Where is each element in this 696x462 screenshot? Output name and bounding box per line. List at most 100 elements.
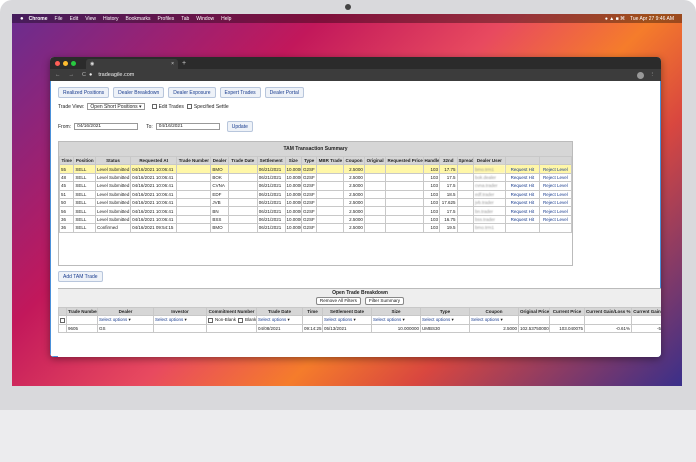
table-cell: 06/21/2021 <box>256 197 286 208</box>
back-icon[interactable]: ← <box>55 72 61 78</box>
apple-menu-icon[interactable]: ● <box>20 16 24 22</box>
column-header: Type <box>301 155 318 166</box>
profile-avatar-icon[interactable] <box>636 71 644 79</box>
column-header: Dealer <box>97 306 154 317</box>
column-header: Coupon <box>469 306 519 317</box>
minimize-window-icon[interactable] <box>63 60 68 66</box>
reject-level-link[interactable] <box>538 223 573 233</box>
update-button[interactable]: Update <box>226 121 253 132</box>
table-cell: cvna.trader <box>472 181 506 191</box>
table-cell: -0.61% <box>584 323 632 334</box>
maximize-window-icon[interactable] <box>71 60 76 66</box>
request-hit-link[interactable]: Request Hit <box>504 172 540 183</box>
menu-profiles[interactable]: Profiles <box>158 16 175 22</box>
menu-window[interactable]: Window <box>196 16 214 22</box>
column-header: Requested At <box>130 155 178 166</box>
reject-level-link[interactable]: Reject Level <box>538 164 573 174</box>
request-hit-link[interactable]: Request Hit <box>504 164 540 174</box>
dealer-portal-button[interactable]: Dealer Portal <box>264 87 304 98</box>
table-cell <box>227 164 258 174</box>
select-options-dropdown[interactable]: Select options <box>373 317 401 322</box>
filter-cell <box>518 315 550 325</box>
request-hit-link[interactable] <box>504 223 540 233</box>
filter-summary-button[interactable]: Filter Summary <box>364 297 405 305</box>
table-cell: BMO <box>210 164 229 174</box>
request-hit-link[interactable]: Request Hit <box>504 214 540 225</box>
table-cell: 56 <box>58 206 75 216</box>
table-row: 51 SELL Level Submitted 04/16/2021 10:06:41… <box>58 189 573 199</box>
menu-file[interactable]: File <box>55 16 63 22</box>
browser-tab[interactable]: ◉ × <box>86 59 178 69</box>
select-options-dropdown[interactable]: Select options <box>471 317 499 322</box>
table-cell: 17.5 <box>439 172 458 183</box>
menu-history[interactable]: History <box>103 16 119 22</box>
checkbox-icon[interactable] <box>238 317 244 323</box>
reject-level-link[interactable]: Reject Level <box>538 206 573 216</box>
table-cell: G2SF <box>301 214 318 225</box>
add-tam-trade-button[interactable]: Add TAM Trade <box>58 271 103 282</box>
table-cell <box>385 223 424 233</box>
reject-level-link[interactable]: Reject Level <box>538 197 573 208</box>
menu-edit[interactable]: Edit <box>70 16 79 22</box>
filter-cell <box>302 315 323 325</box>
tab-close-icon[interactable]: × <box>171 61 174 67</box>
trade-view-select[interactable]: Open Short Positions ▾ <box>87 103 145 110</box>
table-cell: 16.75 <box>439 214 458 225</box>
chevron-down-icon: ▾ <box>499 317 503 323</box>
dealer-breakdown-button[interactable]: Dealer Breakdown <box>113 87 165 98</box>
table-cell: 2.5000 <box>343 214 365 225</box>
table-row[interactable]: 9605 GS 04/08/2021 09:14:25 05/13/2021 10.000… <box>58 323 661 334</box>
kebab-menu-icon[interactable]: ⋮ <box>650 72 656 78</box>
column-header: Settlement <box>256 155 286 166</box>
reject-level-link[interactable]: Reject Level <box>538 214 573 225</box>
table-row: 55 SELL Level Submitted 04/16/2021 10:06:41… <box>58 164 573 174</box>
reject-level-link[interactable]: Reject Level <box>538 172 573 183</box>
select-options-dropdown[interactable]: Select options <box>324 317 352 322</box>
new-tab-button[interactable]: + <box>182 60 186 67</box>
from-date-input[interactable]: 04/16/2021 <box>74 123 139 130</box>
laptop-frame: ● Chrome File Edit View History Bookmark… <box>0 0 696 462</box>
request-hit-link[interactable]: Request Hit <box>504 189 540 199</box>
table-cell: 103 <box>422 172 441 183</box>
dealer-exposure-button[interactable]: Dealer Exposure <box>168 87 216 98</box>
table-cell: 04/16/2021 10:06:41 <box>130 197 178 208</box>
menu-chrome[interactable]: Chrome <box>29 16 48 22</box>
menubar-clock[interactable]: Tue Apr 27 9:46 AM <box>630 16 674 22</box>
menu-bookmarks[interactable]: Bookmarks <box>126 16 151 22</box>
request-hit-link[interactable]: Request Hit <box>504 197 540 208</box>
menu-tab[interactable]: Tab <box>181 16 189 22</box>
open-trade-table: Trade Number Dealer Investor Commitment Num… <box>58 306 661 334</box>
browser-window: ◉ × + ← → C ● tradeagile.com ⋮ Realized … <box>50 57 661 357</box>
realized-positions-button[interactable]: Realized Positions <box>58 87 110 98</box>
menu-help[interactable]: Help <box>221 16 231 22</box>
select-options-dropdown[interactable]: Select options <box>155 317 183 322</box>
url-field[interactable]: tradeagile.com <box>98 72 134 78</box>
close-window-icon[interactable] <box>55 60 60 66</box>
table-cell: 10.0000 <box>284 172 303 183</box>
select-options-dropdown[interactable]: Select options <box>99 317 127 322</box>
specified-settle-label: Specified Settle <box>193 103 229 110</box>
select-all-checkbox[interactable] <box>60 317 65 323</box>
edit-trades-checkbox[interactable]: Edit Trades <box>151 104 184 110</box>
request-hit-link[interactable]: Request Hit <box>504 206 540 216</box>
table-row: 50 SELL Level Submitted 04/16/2021 10:06:41… <box>58 197 573 208</box>
trade-view-value: Open Short Positions <box>90 104 138 110</box>
specified-settle-checkbox[interactable]: Specified Settle <box>186 103 229 110</box>
remove-all-filters-button[interactable]: Remove All Filters <box>315 297 361 305</box>
column-header: Trade Date <box>256 306 303 317</box>
select-options-dropdown[interactable]: Select options <box>422 317 450 322</box>
menu-view[interactable]: View <box>85 16 96 22</box>
expert-trades-button[interactable]: Expert Trades <box>219 87 261 98</box>
table-cell <box>385 189 424 199</box>
reject-level-link[interactable]: Reject Level <box>538 181 573 191</box>
to-date-input[interactable]: 04/16/2021 <box>155 123 220 130</box>
request-hit-link[interactable]: Request Hit <box>504 181 540 191</box>
table-cell <box>316 206 345 216</box>
forward-icon[interactable]: → <box>69 72 75 78</box>
checkbox-icon[interactable] <box>208 317 213 323</box>
select-options-dropdown[interactable]: Select options <box>258 317 286 322</box>
reject-level-link[interactable]: Reject Level <box>538 189 573 199</box>
table-row: 36 SELL Level Submitted 04/16/2021 10:06:41… <box>58 214 573 225</box>
reload-icon[interactable]: C <box>82 72 86 78</box>
status-icons[interactable]: ● ▲ ■ ⌘ <box>605 16 625 22</box>
